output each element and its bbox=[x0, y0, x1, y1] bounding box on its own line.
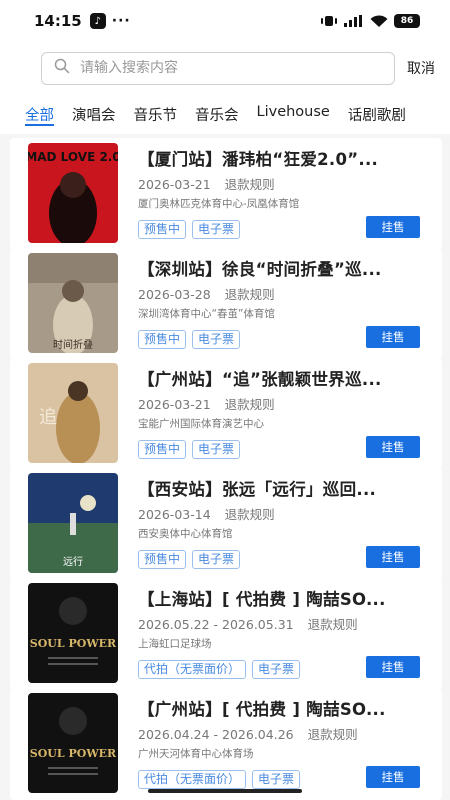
event-poster: 时间折叠 bbox=[28, 253, 118, 353]
event-title[interactable]: 【深圳站】徐良“时间折叠”巡... bbox=[138, 256, 434, 280]
event-tags: 预售中 电子票 bbox=[138, 550, 241, 569]
event-venue: 广州天河体育中心体育场 bbox=[138, 748, 254, 760]
event-tags: 预售中 电子票 bbox=[138, 440, 241, 459]
event-card[interactable]: MAD LOVE 2.0 【厦门站】潘玮柏“狂爱2.0”... 2026-03-… bbox=[10, 138, 442, 250]
ticket-type-tag: 电子票 bbox=[252, 660, 301, 679]
tab-concert[interactable]: 演唱会 bbox=[72, 94, 116, 134]
event-list: MAD LOVE 2.0 【厦门站】潘玮柏“狂爱2.0”... 2026-03-… bbox=[0, 138, 450, 800]
event-poster: 追 bbox=[28, 363, 118, 463]
event-meta: 2026.05.22 - 2026.05.31 退款规则 bbox=[138, 614, 358, 633]
event-venue: 西安奥体中心体育馆 bbox=[138, 528, 233, 540]
list-for-sale-button[interactable]: 挂售 bbox=[366, 326, 420, 348]
event-card[interactable]: 时间折叠 【深圳站】徐良“时间折叠”巡... 2026-03-28 退款规则 深圳… bbox=[10, 248, 442, 360]
poster-title: SOUL POWER bbox=[30, 637, 117, 650]
tab-drama-opera[interactable]: 话剧歌剧 bbox=[348, 94, 406, 134]
event-meta: 2026.04.24 - 2026.04.26 退款规则 bbox=[138, 724, 358, 743]
event-tags: 预售中 电子票 bbox=[138, 220, 241, 239]
status-tag: 预售中 bbox=[138, 550, 187, 569]
status-tag: 代拍（无票面价） bbox=[138, 660, 247, 679]
event-card[interactable]: 远行 【西安站】张远「远行」巡回... 2026-03-14 退款规则 西安奥体中… bbox=[10, 468, 442, 580]
event-title[interactable]: 【广州站】“追”张靓颖世界巡... bbox=[138, 366, 434, 390]
tab-classical-concert[interactable]: 音乐会 bbox=[195, 94, 239, 134]
event-poster: SOUL POWER bbox=[28, 583, 118, 683]
cancel-button[interactable]: 取消 bbox=[407, 58, 435, 78]
ticket-type-tag: 电子票 bbox=[192, 550, 241, 569]
list-for-sale-button[interactable]: 挂售 bbox=[366, 216, 420, 238]
event-venue: 上海虹口足球场 bbox=[138, 638, 212, 650]
ticket-type-tag: 电子票 bbox=[192, 330, 241, 349]
event-poster: SOUL POWER bbox=[28, 693, 118, 793]
ticket-type-tag: 电子票 bbox=[252, 770, 301, 789]
status-bar: 14:15 ♪ ··· 86 bbox=[0, 0, 450, 42]
poster-title: SOUL POWER bbox=[30, 747, 117, 760]
search-input[interactable] bbox=[80, 60, 360, 76]
event-tags: 预售中 电子票 bbox=[138, 330, 241, 349]
event-date: 2026-03-21 bbox=[138, 397, 211, 412]
event-card[interactable]: 追 【广州站】“追”张靓颖世界巡... 2026-03-21 退款规则 宝能广州国… bbox=[10, 358, 442, 470]
tab-livehouse[interactable]: Livehouse bbox=[257, 94, 330, 134]
status-time: 14:15 bbox=[34, 12, 82, 30]
event-date: 2026-03-21 bbox=[138, 177, 211, 192]
event-date: 2026-03-14 bbox=[138, 507, 211, 522]
refund-rules-link[interactable]: 退款规则 bbox=[225, 507, 275, 522]
ticket-type-tag: 电子票 bbox=[192, 440, 241, 459]
status-tag: 预售中 bbox=[138, 330, 187, 349]
poster-title: MAD LOVE 2.0 bbox=[28, 150, 118, 164]
event-poster: 远行 bbox=[28, 473, 118, 573]
poster-title: 时间折叠 bbox=[53, 338, 93, 351]
event-tags: 代拍（无票面价） 电子票 bbox=[138, 660, 301, 679]
tiktok-icon: ♪ bbox=[89, 13, 106, 29]
tab-all[interactable]: 全部 bbox=[25, 94, 54, 134]
event-title[interactable]: 【西安站】张远「远行」巡回... bbox=[138, 476, 434, 500]
category-tabs: 全部 演唱会 音乐节 音乐会 Livehouse 话剧歌剧 bbox=[0, 94, 450, 134]
poster-title: 远行 bbox=[63, 555, 83, 568]
tab-music-festival[interactable]: 音乐节 bbox=[134, 94, 178, 134]
signal-icon bbox=[344, 15, 364, 27]
status-tag: 预售中 bbox=[138, 220, 187, 239]
event-tags: 代拍（无票面价） 电子票 bbox=[138, 770, 301, 789]
more-notifications-icon: ··· bbox=[111, 13, 131, 29]
event-venue: 深圳湾体育中心“春茧”体育馆 bbox=[138, 308, 275, 320]
event-meta: 2026-03-28 退款规则 bbox=[138, 284, 275, 303]
battery-icon: 86 bbox=[394, 14, 420, 28]
event-title[interactable]: 【厦门站】潘玮柏“狂爱2.0”... bbox=[138, 146, 434, 170]
status-icons: 86 bbox=[320, 14, 420, 28]
event-title[interactable]: 【上海站】[ 代拍费 ] 陶喆SO... bbox=[138, 586, 434, 610]
event-date: 2026.04.24 - 2026.04.26 bbox=[138, 727, 294, 742]
event-card[interactable]: SOUL POWER 【上海站】[ 代拍费 ] 陶喆SO... 2026.05.… bbox=[10, 578, 442, 690]
event-meta: 2026-03-14 退款规则 bbox=[138, 504, 275, 523]
event-title[interactable]: 【广州站】[ 代拍费 ] 陶喆SO... bbox=[138, 696, 434, 720]
ticket-type-tag: 电子票 bbox=[192, 220, 241, 239]
list-for-sale-button[interactable]: 挂售 bbox=[366, 546, 420, 568]
event-venue: 宝能广州国际体育演艺中心 bbox=[138, 418, 264, 430]
status-tag: 代拍（无票面价） bbox=[138, 770, 247, 789]
event-date: 2026-03-28 bbox=[138, 287, 211, 302]
list-for-sale-button[interactable]: 挂售 bbox=[366, 656, 420, 678]
refund-rules-link[interactable]: 退款规则 bbox=[225, 287, 275, 302]
refund-rules-link[interactable]: 退款规则 bbox=[225, 177, 275, 192]
event-poster: MAD LOVE 2.0 bbox=[28, 143, 118, 243]
refund-rules-link[interactable]: 退款规则 bbox=[308, 727, 358, 742]
event-date: 2026.05.22 - 2026.05.31 bbox=[138, 617, 294, 632]
event-card[interactable]: SOUL POWER 【广州站】[ 代拍费 ] 陶喆SO... 2026.04.… bbox=[10, 688, 442, 800]
list-for-sale-button[interactable]: 挂售 bbox=[366, 436, 420, 458]
event-meta: 2026-03-21 退款规则 bbox=[138, 394, 275, 413]
list-for-sale-button[interactable]: 挂售 bbox=[366, 766, 420, 788]
search-icon bbox=[54, 58, 70, 78]
home-indicator[interactable] bbox=[148, 789, 302, 793]
search-box[interactable] bbox=[41, 51, 395, 85]
search-bar: 取消 bbox=[0, 42, 450, 94]
refund-rules-link[interactable]: 退款规则 bbox=[225, 397, 275, 412]
event-venue: 厦门奥林匹克体育中心-凤凰体育馆 bbox=[138, 198, 300, 210]
event-meta: 2026-03-21 退款规则 bbox=[138, 174, 275, 193]
vibrate-icon bbox=[320, 15, 338, 27]
refund-rules-link[interactable]: 退款规则 bbox=[308, 617, 358, 632]
wifi-icon bbox=[370, 14, 388, 28]
status-tag: 预售中 bbox=[138, 440, 187, 459]
poster-title: 追 bbox=[39, 407, 57, 428]
